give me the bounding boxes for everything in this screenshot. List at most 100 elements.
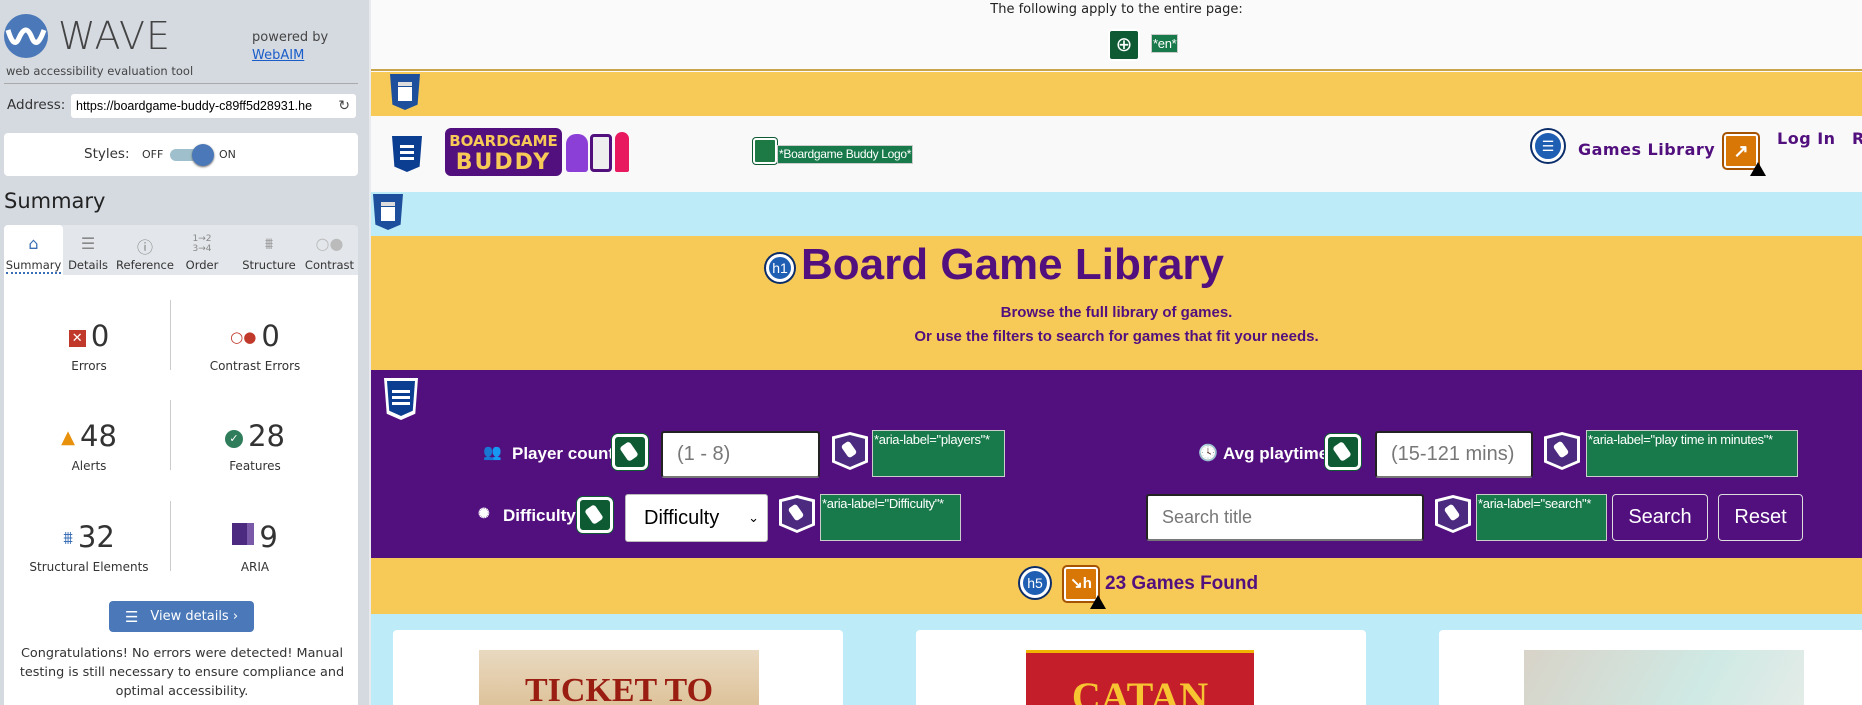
tab-structure[interactable]: ⩩ Structure — [239, 225, 299, 275]
player-aria-label: *aria-label="players"* — [872, 430, 1005, 477]
search-aria-label: *aria-label="search"* — [1476, 494, 1607, 541]
results-band: h5 ↘h 23 Games Found — [371, 558, 1862, 614]
aria-label-icon[interactable] — [1435, 495, 1471, 533]
game-cover-image[interactable] — [1524, 650, 1804, 705]
styles-box: Styles: OFF ON — [4, 133, 358, 176]
address-value: https://boardgame-buddy-c89ff5d28931.he — [76, 99, 313, 113]
webaim-link[interactable]: WebAIM — [252, 48, 304, 63]
subtitle-line-1: Browse the full library of games. — [1000, 304, 1233, 321]
boardgame-buddy-logo[interactable]: BOARDGAME BUDDY — [445, 128, 629, 180]
page-preview: The following apply to the entire page: … — [371, 0, 1862, 705]
summary-panel: ✕ 0 Errors ○● 0 Contrast Errors ▲ 48 Alerts… — [4, 275, 358, 705]
alert-icon: ▲ — [61, 427, 75, 448]
nav-structure-icon[interactable] — [392, 136, 422, 172]
search-title-input[interactable]: Search title — [1146, 494, 1424, 541]
tab-summary[interactable]: ⌂ Summary — [4, 225, 63, 275]
pawn-icon — [615, 132, 629, 172]
heading-alert-icon[interactable]: ↘h — [1064, 567, 1106, 609]
filters-section: 👥 Player count (1 - 8) *aria-label="play… — [371, 370, 1862, 558]
search-button[interactable]: Search — [1612, 494, 1708, 541]
h1-icon[interactable]: h1 — [766, 254, 794, 282]
wave-logo-text: WAVE — [58, 14, 172, 58]
wave-sidebar: WAVE powered by WebAIM web accessibility… — [0, 0, 371, 705]
stat-features[interactable]: ✓ 28 Features — [170, 419, 340, 473]
wave-logo-icon — [4, 14, 48, 58]
dice-icon — [590, 134, 612, 172]
feature-icon: ✓ — [225, 430, 243, 448]
list-icon: ☰ — [80, 234, 96, 253]
divider — [4, 83, 358, 84]
logo-alt-label: *Boardgame Buddy Logo* — [777, 145, 914, 164]
label-feature-icon[interactable] — [1325, 434, 1361, 470]
lang-label: *en* — [1151, 34, 1179, 53]
home-icon: ⌂ — [28, 234, 39, 253]
tab-order[interactable]: 1→2 3→4 Order — [177, 225, 227, 275]
structure-icon: ⩩ — [63, 528, 73, 549]
label-feature-icon[interactable] — [612, 434, 648, 470]
nav-log-in[interactable]: Log In — [1777, 129, 1836, 148]
game-card[interactable]: TICKET TO RIDE — [393, 630, 843, 705]
aria-icon — [232, 523, 255, 545]
list-structure-icon[interactable]: ☰ — [1532, 130, 1564, 162]
stat-aria[interactable]: 9 ARIA — [170, 520, 340, 574]
form-structure-icon[interactable] — [384, 378, 418, 420]
nav-games-library[interactable]: Games Library — [1578, 140, 1715, 159]
globe-icon[interactable]: ⊕ — [1108, 29, 1140, 61]
aria-label-icon[interactable] — [779, 495, 815, 533]
contrast-icon: ○● — [315, 234, 344, 253]
stat-contrast-errors[interactable]: ○● 0 Contrast Errors — [170, 319, 340, 373]
chevron-down-icon: ⌄ — [748, 510, 759, 525]
error-icon: ✕ — [68, 330, 86, 347]
summary-heading: Summary — [4, 189, 106, 213]
info-icon: ⓘ — [136, 238, 154, 257]
main-band — [371, 192, 1862, 236]
label-feature-icon[interactable] — [577, 497, 613, 533]
congrats-message: Congratulations! No errors were detected… — [19, 646, 345, 699]
styles-label: Styles: — [84, 146, 130, 162]
powered-by: powered by — [252, 30, 329, 45]
page-level-strip: The following apply to the entire page: … — [371, 0, 1862, 71]
reset-button[interactable]: Reset — [1718, 494, 1803, 541]
wave-tagline: web accessibility evaluation tool — [6, 64, 194, 78]
results-count: 23 Games Found — [1105, 573, 1259, 594]
tab-bar: ⌂ Summary ☰ Details ⓘ Reference 1→2 3→4 Order… — [4, 225, 358, 275]
link-alert-icon[interactable]: ↗ — [1724, 134, 1766, 176]
nav-register[interactable]: R — [1852, 129, 1862, 148]
main-structure-icon[interactable] — [373, 194, 403, 230]
image-alt-icon[interactable] — [753, 138, 777, 164]
game-card[interactable]: CATAN — [916, 630, 1366, 705]
subtitle-line-2: Or use the filters to search for games t… — [914, 328, 1319, 345]
styles-on: ON — [219, 148, 236, 161]
styles-toggle[interactable] — [170, 144, 214, 166]
tab-reference[interactable]: ⓘ Reference — [113, 225, 177, 275]
stat-alerts[interactable]: ▲ 48 Alerts — [4, 419, 174, 473]
game-card[interactable] — [1439, 630, 1862, 705]
meeple-icon — [566, 134, 588, 172]
aria-label-icon[interactable] — [832, 432, 868, 470]
stat-structure[interactable]: ⩩ 32 Structural Elements — [4, 520, 174, 574]
site-header: BOARDGAME BUDDY *Boardgame Buddy Logo* ☰… — [371, 116, 1862, 192]
order-icon: 1→2 3→4 — [192, 234, 212, 254]
playtime-input[interactable]: (15-121 mins) — [1375, 431, 1533, 478]
entire-page-note: The following apply to the entire page: — [990, 2, 1243, 17]
contrast-error-icon: ○● — [230, 328, 257, 346]
address-input[interactable]: https://boardgame-buddy-c89ff5d28931.he … — [71, 94, 356, 118]
player-count-input[interactable]: (1 - 8) — [661, 431, 820, 478]
aria-label-icon[interactable] — [1544, 432, 1580, 470]
player-count-label: Player count — [512, 444, 615, 463]
tab-details[interactable]: ☰ Details — [63, 225, 113, 275]
difficulty-label: Difficulty — [503, 506, 576, 525]
stat-errors[interactable]: ✕ 0 Errors — [4, 319, 174, 373]
hero: h1 Board Game Library Browse the full li… — [371, 236, 1862, 370]
difficulty-select[interactable]: Difficulty ⌄ — [625, 494, 768, 542]
address-label: Address: — [7, 97, 66, 113]
page-title: Board Game Library — [801, 240, 1225, 289]
game-cover-image[interactable]: TICKET TO RIDE — [479, 650, 759, 705]
header-structure-icon[interactable] — [390, 74, 420, 110]
yellow-band — [371, 72, 1862, 116]
tab-contrast[interactable]: ○● Contrast — [301, 225, 358, 275]
game-cover-image[interactable]: CATAN — [1026, 650, 1254, 705]
refresh-icon[interactable]: ↻ — [338, 97, 350, 114]
view-details-button[interactable]: ☰ View details › — [109, 601, 254, 632]
h5-icon[interactable]: h5 — [1020, 568, 1050, 598]
